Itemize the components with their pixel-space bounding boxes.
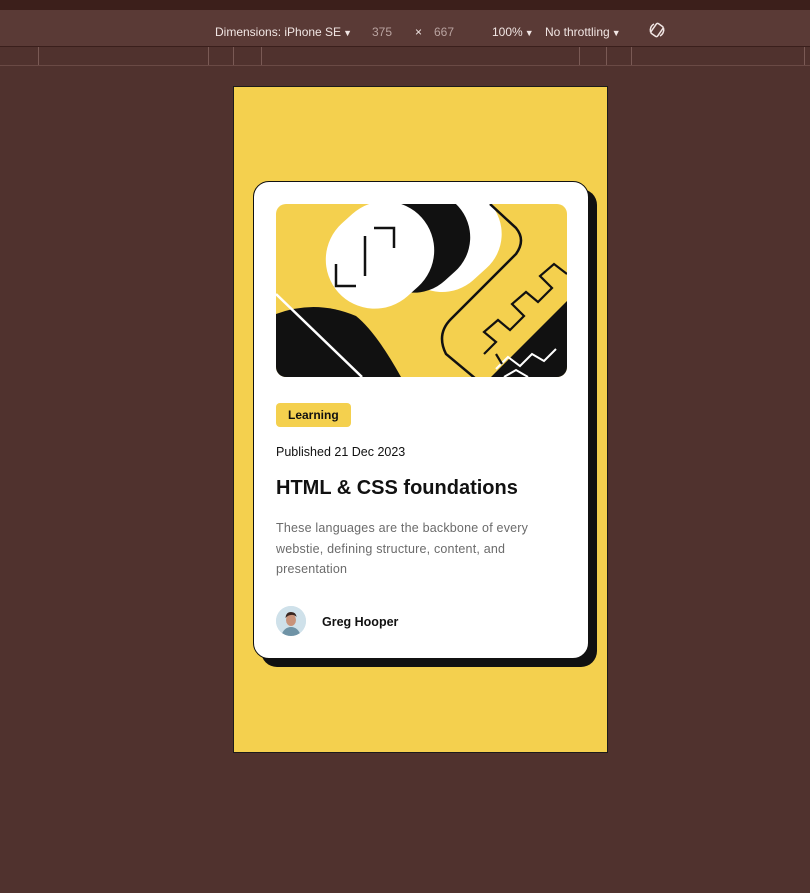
- ruler-tick: [631, 47, 632, 65]
- author-avatar: [276, 606, 306, 636]
- zoom-select[interactable]: 100% ▼: [492, 10, 534, 46]
- author-name: Greg Hooper: [322, 615, 399, 629]
- avatar-image: [276, 606, 306, 636]
- height-input[interactable]: 667: [434, 10, 454, 46]
- card-illustration: [276, 204, 567, 377]
- device-select-label: Dimensions: iPhone SE: [215, 25, 342, 39]
- ruler-tick: [261, 47, 262, 65]
- illustration-image: [276, 204, 567, 377]
- throttling-select[interactable]: No throttling ▼: [545, 10, 621, 46]
- ruler-tick: [233, 47, 234, 65]
- window-top-strip: [0, 0, 810, 10]
- width-input[interactable]: 375: [372, 10, 392, 46]
- dimension-separator: ×: [415, 25, 423, 39]
- zoom-select-label: 100%: [492, 25, 523, 39]
- blog-preview-card: Learning Published 21 Dec 2023 HTML & CS…: [253, 181, 589, 659]
- throttling-select-label: No throttling: [545, 25, 610, 39]
- ruler-tick: [606, 47, 607, 65]
- category-tag: Learning: [276, 403, 351, 427]
- caret-down-icon: ▼: [524, 28, 534, 38]
- devtools-device-toolbar: Dimensions: iPhone SE ▼ 375 × 667 100% ▼ N…: [0, 10, 810, 47]
- card-title[interactable]: HTML & CSS foundations: [276, 477, 518, 500]
- caret-down-icon: ▼: [611, 28, 621, 38]
- device-viewport: Learning Published 21 Dec 2023 HTML & CS…: [233, 86, 608, 753]
- ruler-tick: [38, 47, 39, 65]
- published-date: Published 21 Dec 2023: [276, 445, 406, 459]
- media-query-ruler: [0, 47, 810, 66]
- card-description: These languages are the backbone of ever…: [276, 521, 529, 576]
- caret-down-icon: ▼: [343, 28, 352, 38]
- ruler-tick: [804, 47, 805, 65]
- device-select[interactable]: Dimensions: iPhone SE ▼: [215, 10, 352, 46]
- ruler-tick: [579, 47, 580, 65]
- rotate-icon: [649, 22, 665, 38]
- ruler-tick: [208, 47, 209, 65]
- rotate-button[interactable]: [648, 21, 666, 39]
